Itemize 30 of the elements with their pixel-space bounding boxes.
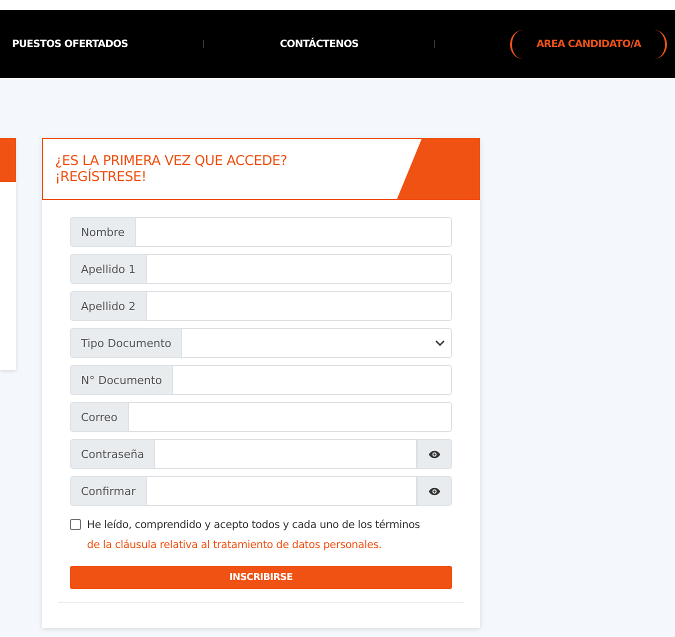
- field-label: Nombre: [70, 217, 136, 247]
- chevron-down-icon: [435, 340, 445, 346]
- input-field[interactable]: [146, 254, 452, 284]
- field-label: Contraseña: [70, 439, 156, 469]
- eye-icon: [428, 450, 441, 458]
- submit-button[interactable]: INSCRIBIRSE: [70, 566, 452, 589]
- field-label: Tipo Documento: [70, 328, 182, 358]
- nav-link[interactable]: PUESTOS OFERTADOS: [12, 38, 128, 50]
- show-password-button[interactable]: [417, 439, 452, 469]
- show-password-button[interactable]: [417, 476, 452, 506]
- eye-icon: [428, 486, 441, 496]
- input-field[interactable]: [146, 291, 452, 321]
- consent-checkbox[interactable]: [70, 519, 81, 530]
- consent-text: He leído, comprendido y acepto todos y cada uno de los términos de la cláusula relativa al tratamiento de datos personales.: [87, 518, 421, 553]
- form-subtitle: ¡REGÍSTRESE!: [55, 169, 148, 185]
- field-label: Confirmar: [70, 476, 147, 506]
- select-field[interactable]: [182, 328, 452, 358]
- form-title: ¿ES LA PRIMERA VEZ QUE ACCEDE?: [55, 153, 288, 169]
- nav-link[interactable]: CONTÁCTENOS: [280, 38, 358, 50]
- field-label: Correo: [70, 402, 129, 432]
- field-label: N° Documento: [70, 365, 173, 395]
- input-field[interactable]: [128, 402, 452, 432]
- nav-link[interactable]: AREA CANDIDATO/A: [510, 30, 667, 58]
- field-label: Apellido 1: [70, 254, 147, 284]
- input-field[interactable]: [136, 217, 452, 247]
- password-field[interactable]: [155, 439, 417, 469]
- input-field[interactable]: [172, 365, 452, 395]
- privacy-clause-link[interactable]: de la cláusula relativa al tratamiento de datos personales.: [87, 539, 382, 551]
- password-field[interactable]: [146, 476, 417, 506]
- field-label: Apellido 2: [70, 291, 147, 321]
